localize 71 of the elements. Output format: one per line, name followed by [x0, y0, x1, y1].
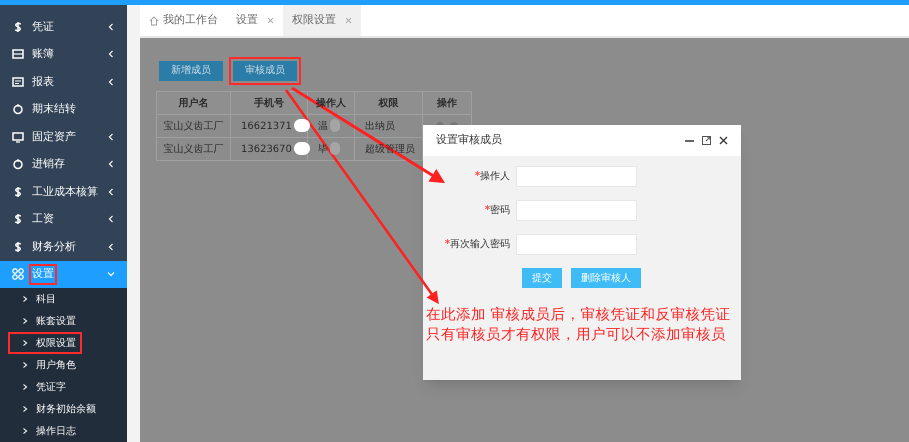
sidebar-item[interactable]: 账簿 — [0, 40, 127, 68]
dialog-title: 设置审核成员 — [436, 132, 502, 148]
cycle-icon — [12, 103, 24, 116]
input-field[interactable] — [516, 234, 637, 255]
book-icon — [12, 48, 24, 60]
chevron-right-icon — [22, 318, 28, 324]
column-header: 权限 — [354, 92, 422, 114]
redaction-blotch — [330, 118, 340, 132]
monitor-icon — [12, 130, 24, 143]
submenu-item[interactable]: 账套设置 — [10, 312, 80, 330]
submenu-item[interactable]: 财务初始余额 — [10, 400, 100, 418]
sidebar-item[interactable]: 期末结转 — [0, 96, 127, 123]
submenu-item[interactable]: 用户角色 — [10, 356, 80, 374]
chevron-down-icon — [107, 270, 115, 278]
chevron-right-icon — [22, 362, 28, 368]
column-header: 手机号 — [230, 92, 308, 114]
dollar-icon — [12, 240, 24, 253]
redaction-blotch — [330, 142, 340, 154]
field-label: 密码 — [490, 204, 510, 218]
sidebar-item[interactable]: 凭证 — [0, 13, 127, 40]
redaction-blotch — [294, 142, 310, 154]
chevron-left-icon — [107, 22, 115, 31]
tab[interactable]: 我的工作台 — [140, 5, 227, 36]
home-icon — [149, 16, 159, 26]
submenu-item[interactable]: 权限设置 — [10, 334, 80, 352]
column-header: 用户名 — [156, 92, 230, 114]
table-cell: 温 — [308, 114, 354, 138]
table-cell: 出纳员 — [354, 114, 422, 138]
chevron-left-icon — [107, 215, 115, 224]
tab[interactable]: 权限设置 — [283, 5, 361, 36]
sidebar-item[interactable]: 工资 — [0, 206, 127, 233]
chevron-left-icon — [107, 242, 115, 251]
tab[interactable]: 设置 — [227, 5, 283, 36]
maximize-icon[interactable] — [702, 136, 711, 145]
chevron-right-icon — [22, 406, 28, 412]
submenu-item[interactable]: 操作日志 — [10, 422, 80, 440]
chevron-right-icon — [22, 428, 28, 434]
input-field[interactable] — [516, 166, 637, 187]
chevron-left-icon — [107, 78, 115, 86]
chevron-left-icon — [107, 50, 115, 58]
dollar-icon — [12, 213, 24, 226]
table-cell: 宝山义齿工厂 — [156, 138, 230, 160]
sidebar-item[interactable]: 工业成本核算 — [0, 178, 127, 206]
field-label: 再次输入密码 — [450, 238, 510, 252]
chevron-right-icon — [22, 384, 28, 390]
chevron-left-icon — [107, 160, 115, 168]
input-field[interactable] — [516, 200, 637, 221]
submenu-item[interactable]: 科目 — [10, 290, 60, 308]
submenu-item[interactable]: 凭证字 — [10, 378, 70, 396]
table-cell: 毕 — [308, 138, 354, 160]
table-cell: 宝山义齿工厂 — [156, 114, 230, 138]
chevron-left-icon — [107, 132, 115, 141]
chevron-right-icon — [22, 296, 28, 302]
column-header: 操作 — [422, 92, 472, 114]
sidebar-item[interactable]: 固定资产 — [0, 123, 127, 150]
table-cell: 13623670 — [230, 138, 308, 160]
redaction-blotch — [294, 118, 310, 132]
dollar-icon — [12, 20, 24, 33]
table-cell: 16621371 — [230, 114, 308, 138]
dollar-icon — [12, 186, 24, 198]
sidebar-item[interactable]: 进销存 — [0, 150, 127, 178]
chevron-right-icon — [22, 340, 28, 346]
grid-icon — [12, 268, 24, 280]
annotation-text: 在此添加 审核成员后，审核凭证和反审核凭证只有审核员才有权限，用户可以不添加审核员 — [425, 306, 732, 345]
field-label: 操作人 — [480, 170, 510, 184]
chevron-left-icon — [107, 188, 115, 196]
report-icon — [12, 76, 24, 88]
sidebar-item[interactable]: 财务分析 — [0, 233, 127, 260]
sidebar-item[interactable]: 报表 — [0, 68, 127, 96]
cycle-icon — [12, 158, 24, 170]
close-icon[interactable] — [719, 136, 728, 145]
